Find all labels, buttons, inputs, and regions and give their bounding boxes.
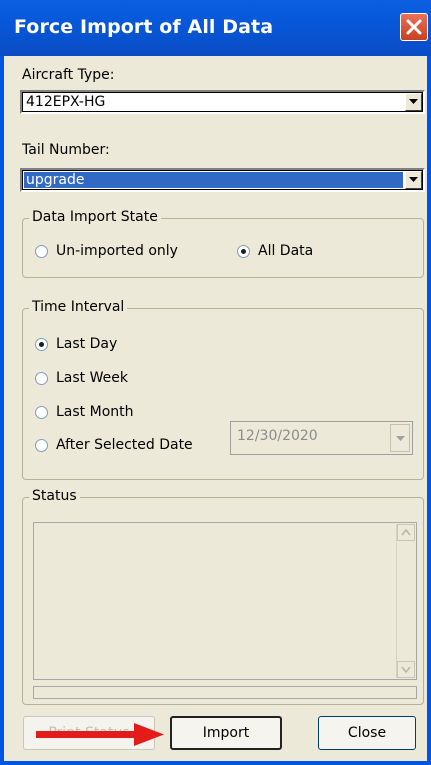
radio-button-selected[interactable] — [35, 337, 48, 351]
chevron-up-icon — [401, 528, 411, 536]
scroll-down-button[interactable] — [397, 661, 415, 678]
aircraft-type-label: Aircraft Type: — [22, 67, 115, 83]
status-title: Status — [29, 488, 80, 504]
window-title: Force Import of All Data — [14, 16, 274, 38]
radio-label: Un-imported only — [56, 243, 178, 259]
radio-last-week[interactable]: Last Week — [35, 370, 128, 386]
close-icon — [406, 19, 422, 35]
date-picker[interactable]: 12/30/2020 — [230, 421, 413, 455]
import-button[interactable]: Import — [170, 716, 282, 750]
tail-number-label: Tail Number: — [22, 142, 110, 158]
aircraft-type-select[interactable]: 412EPX-HG — [20, 90, 425, 114]
status-progress-bar — [33, 686, 417, 699]
date-dropdown-button[interactable] — [390, 424, 410, 452]
radio-all-data[interactable]: All Data — [237, 243, 313, 259]
title-bar: Force Import of All Data — [0, 0, 431, 56]
status-textarea[interactable] — [33, 522, 417, 680]
close-window-button[interactable] — [400, 13, 428, 41]
radio-label: Last Month — [56, 404, 134, 420]
radio-label: Last Day — [56, 336, 118, 352]
aircraft-type-value: 412EPX-HG — [26, 94, 106, 110]
chevron-down-icon — [409, 177, 418, 182]
chevron-down-icon — [409, 99, 418, 104]
radio-label: Last Week — [56, 370, 128, 386]
radio-button[interactable] — [35, 405, 48, 419]
radio-after-selected-date[interactable]: After Selected Date — [35, 437, 193, 453]
chevron-down-icon — [396, 436, 405, 441]
radio-button[interactable] — [35, 371, 48, 385]
radio-button[interactable] — [35, 244, 48, 258]
close-button[interactable]: Close — [318, 716, 416, 750]
radio-label: All Data — [258, 243, 314, 259]
radio-last-day[interactable]: Last Day — [35, 336, 117, 352]
time-interval-title: Time Interval — [29, 299, 128, 315]
radio-un-imported-only[interactable]: Un-imported only — [35, 243, 178, 259]
radio-label: After Selected Date — [56, 437, 193, 453]
scroll-up-button[interactable] — [397, 524, 415, 541]
annotation-arrow-icon — [36, 723, 164, 746]
chevron-down-icon — [401, 666, 411, 674]
data-import-state-title: Data Import State — [29, 209, 161, 225]
aircraft-type-dropdown-button[interactable] — [405, 93, 422, 111]
radio-button[interactable] — [35, 438, 48, 452]
tail-number-dropdown-button[interactable] — [405, 171, 422, 189]
tail-number-select[interactable]: upgrade — [20, 168, 425, 192]
date-value: 12/30/2020 — [237, 428, 318, 444]
tail-number-value: upgrade — [24, 172, 403, 188]
status-scrollbar[interactable] — [396, 524, 415, 678]
radio-button-selected[interactable] — [237, 244, 250, 258]
radio-last-month[interactable]: Last Month — [35, 404, 134, 420]
